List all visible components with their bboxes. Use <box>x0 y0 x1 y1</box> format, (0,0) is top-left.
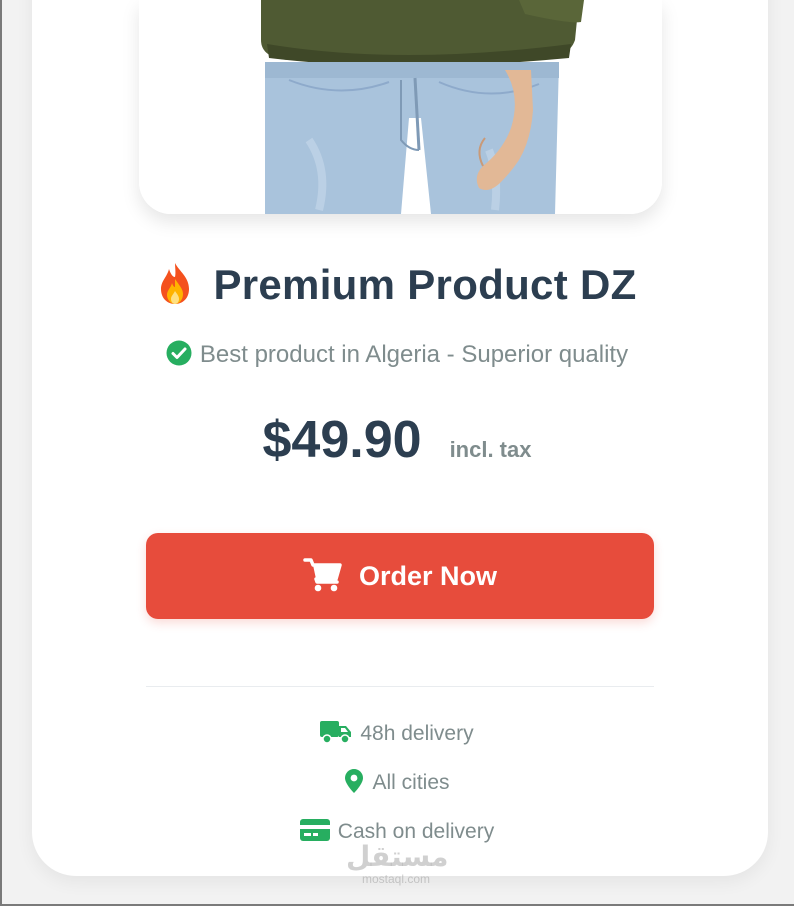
product-price: $49.90 <box>262 411 422 469</box>
watermark: مستقل mostaql.com <box>346 841 449 887</box>
product-title: Premium Product DZ <box>213 261 637 308</box>
cart-icon <box>303 557 343 596</box>
watermark-arabic: مستقل <box>346 841 449 872</box>
tagline-row: Best product in Algeria - Superior quali… <box>0 338 794 372</box>
fire-icon <box>157 261 193 310</box>
feature-label: 48h delivery <box>360 722 474 745</box>
map-pin-icon <box>344 768 364 799</box>
product-tagline: Best product in Algeria - Superior quali… <box>199 341 629 368</box>
product-photo <box>139 0 662 214</box>
product-image <box>139 0 662 214</box>
feature-delivery: 48h delivery <box>0 719 794 749</box>
feature-cities: All cities <box>0 768 794 798</box>
tax-note: incl. tax <box>449 437 532 462</box>
price-row: $49.90 incl. tax <box>0 410 794 476</box>
divider <box>146 686 654 687</box>
check-circle-icon <box>166 340 192 371</box>
product-title-row: Premium Product DZ <box>0 258 794 312</box>
order-button-label: Order Now <box>358 560 498 591</box>
credit-card-icon <box>299 818 330 846</box>
watermark-latin: mostaql.com <box>361 872 431 886</box>
truck-icon <box>320 719 352 750</box>
order-now-button[interactable]: Order Now <box>146 533 654 619</box>
feature-label: All cities <box>372 771 450 794</box>
